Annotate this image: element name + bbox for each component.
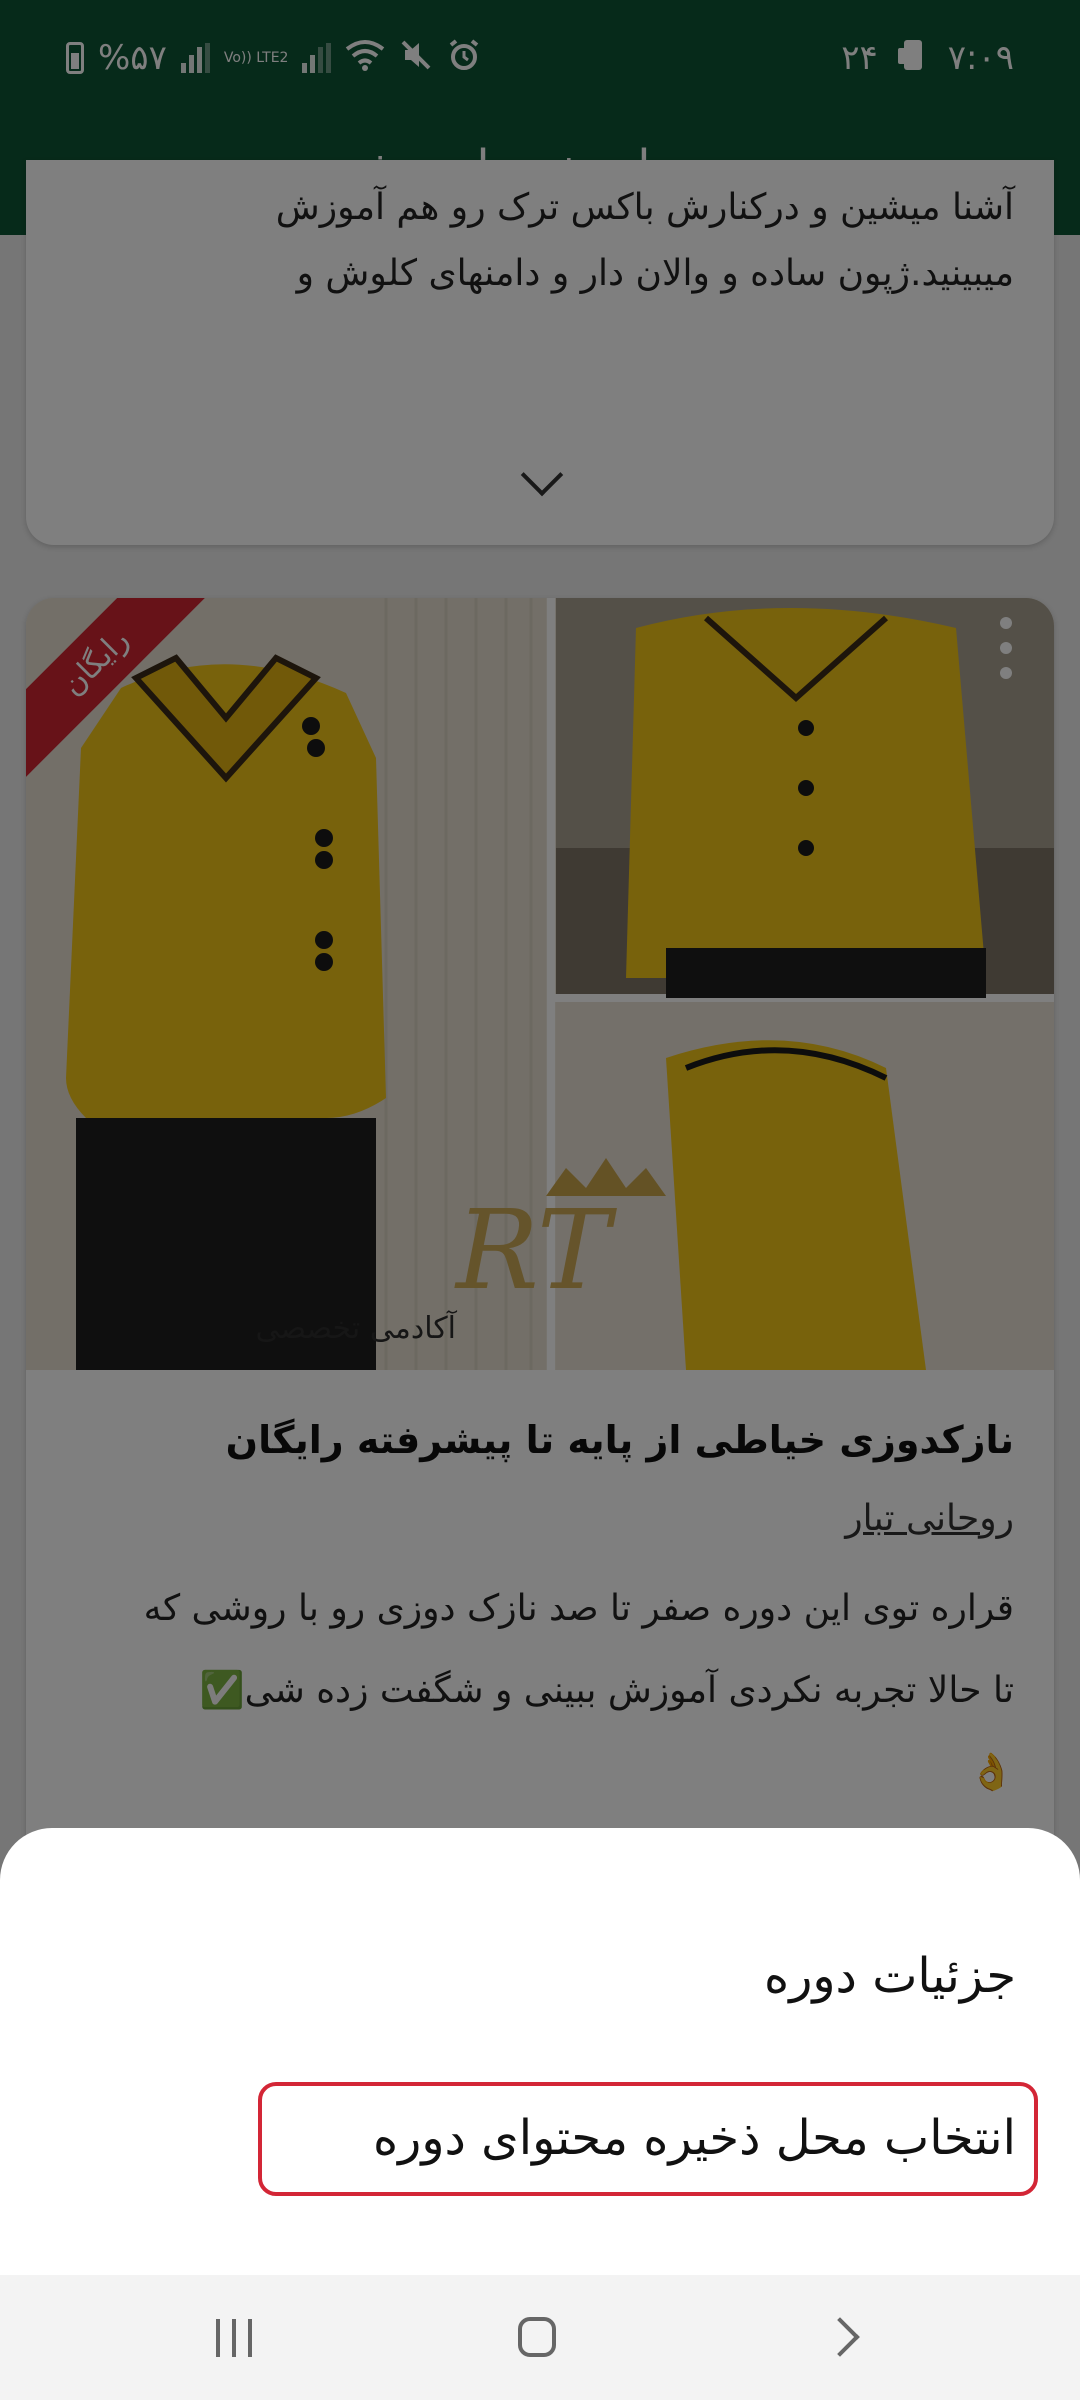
- back-icon[interactable]: [820, 2317, 860, 2357]
- home-icon[interactable]: [518, 2317, 556, 2357]
- select-storage-location-item[interactable]: انتخاب محل ذخیره محتوای دوره: [373, 2110, 1016, 2166]
- screen: %۵۷ Vo)) LTE2 ۲۴ ۷:۰۹ دوره‌های خریداری ش…: [0, 0, 1080, 2400]
- bottom-sheet: جزئیات دوره انتخاب محل ذخیره محتوای دوره: [0, 1828, 1080, 2328]
- recents-icon[interactable]: [216, 2319, 252, 2357]
- system-nav-bar: [0, 2275, 1080, 2400]
- course-details-item[interactable]: جزئیات دوره: [764, 1948, 1016, 2004]
